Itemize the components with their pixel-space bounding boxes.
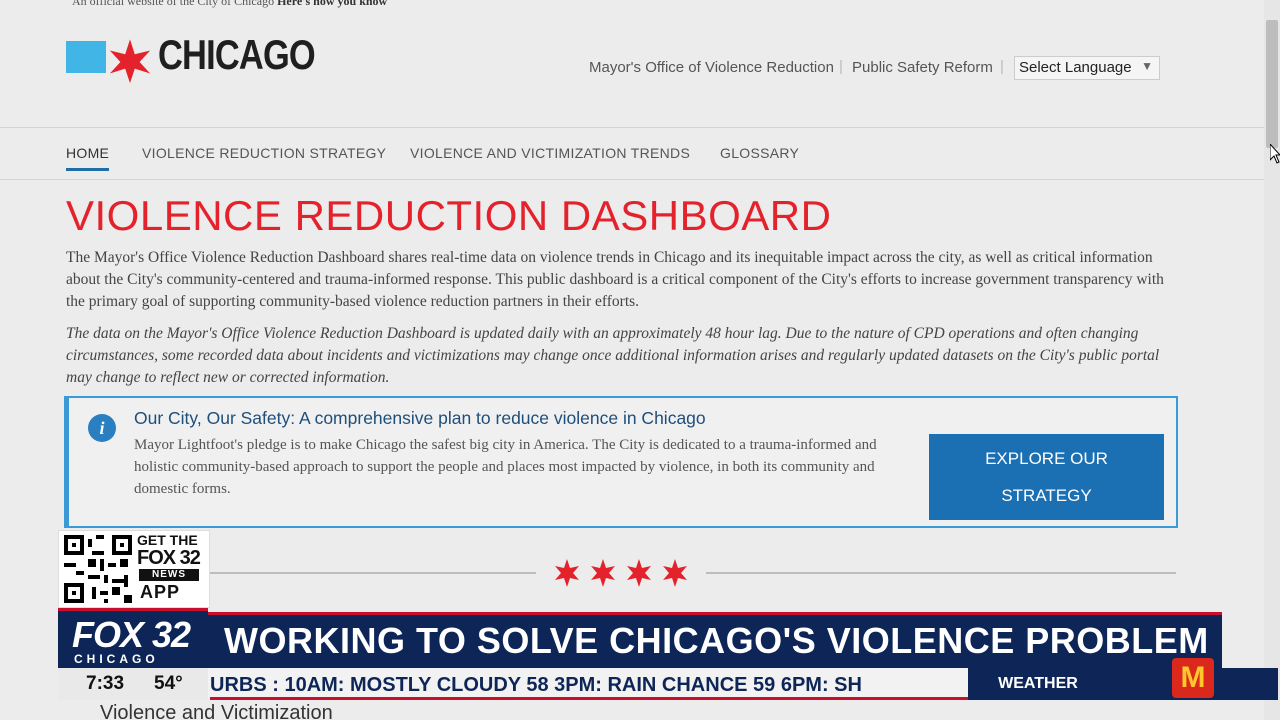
official-site-text: An official website of the City of Chica… <box>72 0 275 8</box>
util-link-violence-reduction[interactable]: Mayor's Office of Violence Reduction <box>589 59 834 76</box>
promo-brand: FOX 32 <box>137 547 201 569</box>
chicago-logo-square[interactable] <box>66 41 106 73</box>
language-select-label: Select Language <box>1019 59 1132 76</box>
chicago-logo-text[interactable]: CHICAGO <box>158 34 316 76</box>
official-site-banner: An official website of the City of Chica… <box>72 0 387 9</box>
util-separator: | <box>1000 58 1004 75</box>
section-divider-right <box>706 572 1176 574</box>
station-name: FOX 32 <box>72 614 191 655</box>
explore-strategy-button-line2: STRATEGY <box>1001 486 1092 505</box>
info-icon: i <box>88 414 116 442</box>
headline-accent <box>208 612 448 615</box>
scrollbar-thumb[interactable] <box>1266 20 1278 148</box>
station-city: CHICAGO <box>74 652 159 666</box>
chicago-star-icon[interactable] <box>106 26 154 96</box>
nav-home[interactable]: HOME <box>66 145 109 161</box>
mouse-cursor-icon <box>1270 144 1280 164</box>
nav-violence-victimization-trends[interactable]: VIOLENCE AND VICTIMIZATION TRENDS <box>410 145 690 161</box>
broadcast-time: 7:33 <box>86 673 125 694</box>
station-logo: FOX 32 CHICAGO <box>58 608 208 671</box>
intro-paragraph: The Mayor's Office Violence Reduction Da… <box>66 249 1164 310</box>
qr-code-icon <box>64 535 132 603</box>
weather-label: WEATHER <box>968 668 1108 700</box>
time-temp-box: 7:33 54° <box>58 668 208 700</box>
nav-glossary[interactable]: GLOSSARY <box>720 145 799 161</box>
explore-strategy-button[interactable]: EXPLORE OUR STRATEGY <box>929 434 1164 520</box>
next-section-heading: Violence and Victimization <box>100 702 333 720</box>
explore-strategy-button-line1: EXPLORE OUR <box>985 449 1108 468</box>
section-divider-left <box>210 572 536 574</box>
mcdonalds-logo-icon: M <box>1172 658 1214 698</box>
four-stars-icon <box>555 559 687 587</box>
nav-violence-reduction-strategy[interactable]: VIOLENCE REDUCTION STRATEGY <box>142 145 386 161</box>
dropdown-arrow-icon: ▼ <box>1141 59 1153 73</box>
callout-body: Mayor Lightfoot's pledge is to make Chic… <box>134 437 877 497</box>
language-select[interactable]: Select Language ▼ <box>1014 56 1160 80</box>
callout-title: Our City, Our Safety: A comprehensive pl… <box>134 408 706 428</box>
data-note-paragraph: The data on the Mayor's Office Violence … <box>66 325 1160 386</box>
news-headline: WORKING TO SOLVE CHICAGO'S VIOLENCE PROB… <box>224 620 1209 661</box>
weather-ticker: URBS : 10AM: MOSTLY CLOUDY 58 3PM: RAIN … <box>210 668 968 700</box>
page-title: VIOLENCE REDUCTION DASHBOARD <box>66 192 832 239</box>
util-separator: | <box>839 58 843 75</box>
how-you-know-link[interactable]: Here's how you know <box>277 0 387 8</box>
nav-active-indicator <box>66 168 109 171</box>
promo-get-the: GET THE <box>137 532 198 548</box>
promo-app: APP <box>140 582 181 602</box>
broadcast-temp: 54° <box>154 673 183 694</box>
util-link-public-safety[interactable]: Public Safety Reform <box>852 59 993 76</box>
nav-divider <box>0 179 1264 180</box>
promo-news: NEWS <box>139 569 199 581</box>
